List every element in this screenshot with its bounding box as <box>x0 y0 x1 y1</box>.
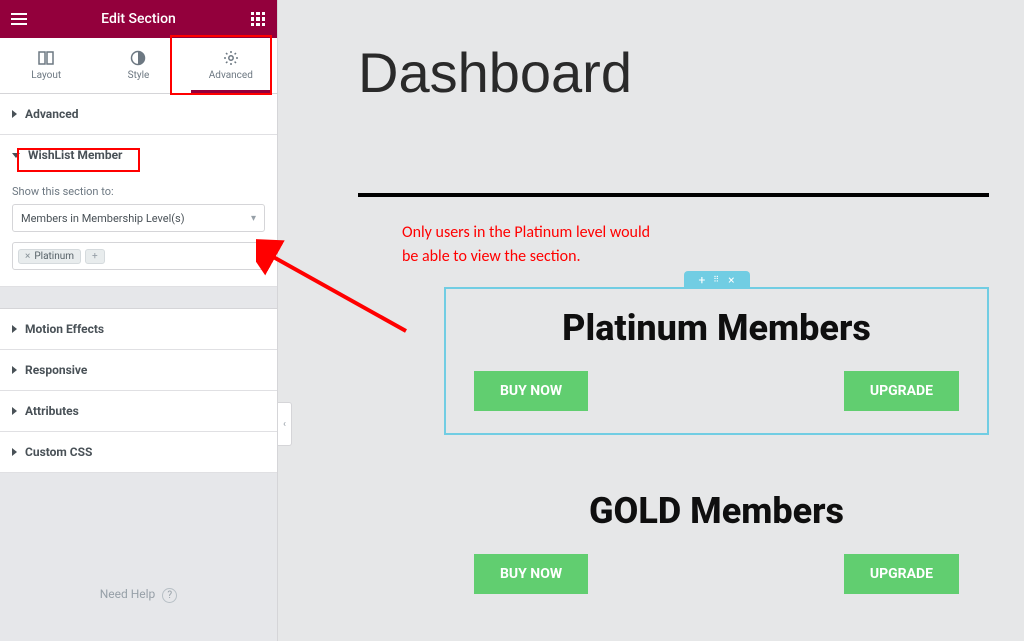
annotation-line2: be able to view the section. <box>402 245 650 269</box>
accordion-attributes: Attributes <box>0 391 277 432</box>
caret-right-icon <box>12 366 17 374</box>
accordion-head-advanced[interactable]: Advanced <box>0 94 277 134</box>
add-section-icon[interactable]: + <box>698 273 705 287</box>
accordion-body-wishlist: Show this section to: Members in Members… <box>0 175 277 286</box>
title-rule <box>358 193 989 197</box>
button-row: BUY NOW UPGRADE <box>470 554 963 594</box>
level-tag-input[interactable]: × Platinum + <box>12 242 265 270</box>
accordion-motion-effects: Motion Effects <box>0 309 277 350</box>
annotation-text: Only users in the Platinum level would b… <box>402 221 650 269</box>
section-handle[interactable]: + ⠿ × <box>684 271 750 289</box>
accordion-label: Attributes <box>25 404 79 418</box>
section-gold[interactable]: GOLD Members BUY NOW UPGRADE <box>444 490 989 594</box>
accordion-wishlist-member: WishList Member Show this section to: Me… <box>0 135 277 287</box>
accordion-list: Advanced WishList Member Show this secti… <box>0 94 277 473</box>
help-icon: ? <box>162 588 177 603</box>
caret-down-icon <box>12 153 20 158</box>
tab-layout[interactable]: Layout <box>0 38 92 93</box>
editor-panel: Edit Section Layout Style Advanced Advan… <box>0 0 278 641</box>
tab-label: Advanced <box>209 70 253 81</box>
section-platinum[interactable]: + ⠿ × Platinum Members BUY NOW UPGRADE <box>444 287 989 435</box>
caret-right-icon <box>12 325 17 333</box>
chevron-down-icon: ▾ <box>251 213 256 224</box>
tag-platinum[interactable]: × Platinum <box>18 249 81 264</box>
remove-tag-icon[interactable]: × <box>25 251 30 262</box>
section-heading: GOLD Members <box>470 490 963 532</box>
panel-header: Edit Section <box>0 0 277 38</box>
field-label: Show this section to: <box>12 185 265 198</box>
need-help-label: Need Help <box>100 587 156 601</box>
spacer <box>0 287 277 309</box>
hamburger-icon <box>11 13 27 25</box>
dropdown-value: Members in Membership Level(s) <box>21 212 185 225</box>
accordion-label: WishList Member <box>28 148 122 162</box>
buy-now-button[interactable]: BUY NOW <box>474 554 588 594</box>
panel-title: Edit Section <box>101 11 176 27</box>
upgrade-button[interactable]: UPGRADE <box>844 554 959 594</box>
show-to-dropdown[interactable]: Members in Membership Level(s) ▾ <box>12 204 265 232</box>
accordion-label: Responsive <box>25 363 87 377</box>
drag-handle-icon[interactable]: ⠿ <box>713 276 720 284</box>
accordion-head-customcss[interactable]: Custom CSS <box>0 432 277 472</box>
section-heading: Platinum Members <box>470 307 963 349</box>
tab-label: Style <box>128 70 150 81</box>
menu-button[interactable] <box>0 0 38 38</box>
caret-right-icon <box>12 407 17 415</box>
close-icon[interactable]: × <box>728 273 734 287</box>
need-help-link[interactable]: Need Help ? <box>0 557 277 631</box>
gear-icon <box>223 50 239 66</box>
accordion-label: Motion Effects <box>25 322 104 336</box>
tab-label: Layout <box>31 70 61 81</box>
accordion-head-responsive[interactable]: Responsive <box>0 350 277 390</box>
columns-icon <box>38 50 54 66</box>
annotation-line1: Only users in the Platinum level would <box>402 221 650 245</box>
accordion-head-wishlist[interactable]: WishList Member <box>0 135 277 175</box>
caret-right-icon <box>12 448 17 456</box>
contrast-icon <box>130 50 146 66</box>
caret-right-icon <box>12 110 17 118</box>
accordion-responsive: Responsive <box>0 350 277 391</box>
apps-button[interactable] <box>239 0 277 38</box>
add-tag-button[interactable]: + <box>85 249 105 264</box>
accordion-label: Advanced <box>25 107 78 121</box>
page-title: Dashboard <box>358 40 632 105</box>
upgrade-button[interactable]: UPGRADE <box>844 371 959 411</box>
button-row: BUY NOW UPGRADE <box>470 371 963 411</box>
accordion-advanced: Advanced <box>0 94 277 135</box>
apps-icon <box>251 12 265 26</box>
page-canvas[interactable]: Dashboard + ⠿ × Platinum Members BUY NOW… <box>278 0 1024 641</box>
accordion-label: Custom CSS <box>25 445 92 459</box>
accordion-head-attributes[interactable]: Attributes <box>0 391 277 431</box>
accordion-custom-css: Custom CSS <box>0 432 277 473</box>
tag-label: Platinum <box>34 251 74 262</box>
buy-now-button[interactable]: BUY NOW <box>474 371 588 411</box>
tab-advanced[interactable]: Advanced <box>185 38 277 93</box>
accordion-head-motion[interactable]: Motion Effects <box>0 309 277 349</box>
tab-style[interactable]: Style <box>92 38 184 93</box>
panel-tabs: Layout Style Advanced <box>0 38 277 94</box>
